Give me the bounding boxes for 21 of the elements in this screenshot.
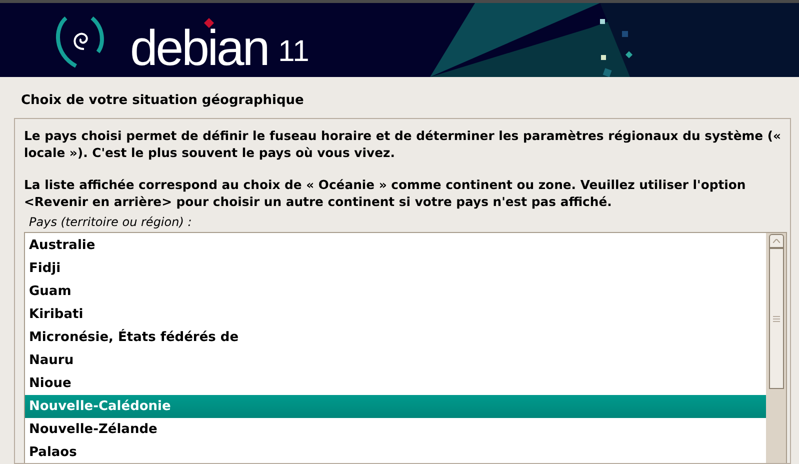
grip-icon <box>772 316 780 322</box>
diamond-icon <box>204 18 214 28</box>
instruction-text: Le pays choisi permet de définir le fuseau horaire et de déterminer les paramètres régionaux du système (« locale »). C'est le plus souvent le pays où vous vivez. <box>24 127 782 161</box>
country-item[interactable]: Nauru <box>25 349 766 372</box>
country-item[interactable]: Palaos <box>25 441 766 463</box>
caret-up-icon <box>772 239 780 243</box>
country-item[interactable]: Australie <box>25 234 766 257</box>
scroll-up-button[interactable] <box>768 234 784 248</box>
country-item[interactable]: Kiribati <box>25 303 766 326</box>
version-text: 11 <box>278 37 310 67</box>
country-item[interactable]: Micronésie, États fédérés de <box>25 326 766 349</box>
list-label: Pays (territoire ou région) : <box>28 214 193 231</box>
instruction-text: La liste affichée correspond au choix de « Océanie » comme continent ou zone. Veuillez utiliser l'option <Revenir en arrière> pour choisir un autre continent si votre pays n'est pas affiché. <box>24 176 747 210</box>
country-item[interactable]: Nioue <box>25 372 766 395</box>
logo-text: debian <box>130 23 268 73</box>
page-title: Choix de votre situation géographique <box>20 92 305 110</box>
country-item[interactable]: Guam <box>25 280 766 303</box>
country-item[interactable]: Fidji <box>25 257 766 280</box>
country-item[interactable]: Nouvelle-Zélande <box>25 418 766 441</box>
country-item[interactable]: Nouvelle-Calédonie <box>25 395 766 418</box>
scroll-thumb[interactable] <box>768 248 784 389</box>
